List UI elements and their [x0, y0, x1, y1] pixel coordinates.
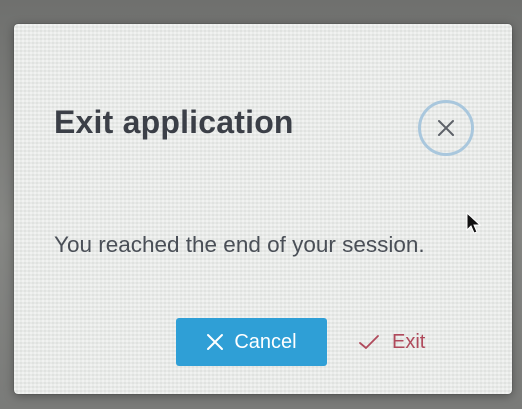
close-icon	[436, 118, 456, 138]
close-button[interactable]	[418, 100, 474, 156]
check-icon	[358, 334, 380, 350]
close-icon	[206, 333, 224, 351]
exit-button[interactable]: Exit	[358, 318, 458, 366]
dialog-title: Exit application	[54, 104, 294, 140]
cancel-button[interactable]: Cancel	[176, 318, 327, 366]
mouse-pointer-icon	[466, 211, 482, 241]
exit-button-label: Exit	[392, 330, 426, 353]
exit-dialog: Exit application You reached the end of …	[14, 24, 512, 394]
screen-background: Exit application You reached the end of …	[0, 0, 522, 409]
dialog-message: You reached the end of your session.	[54, 232, 425, 257]
cancel-button-label: Cancel	[234, 330, 297, 353]
